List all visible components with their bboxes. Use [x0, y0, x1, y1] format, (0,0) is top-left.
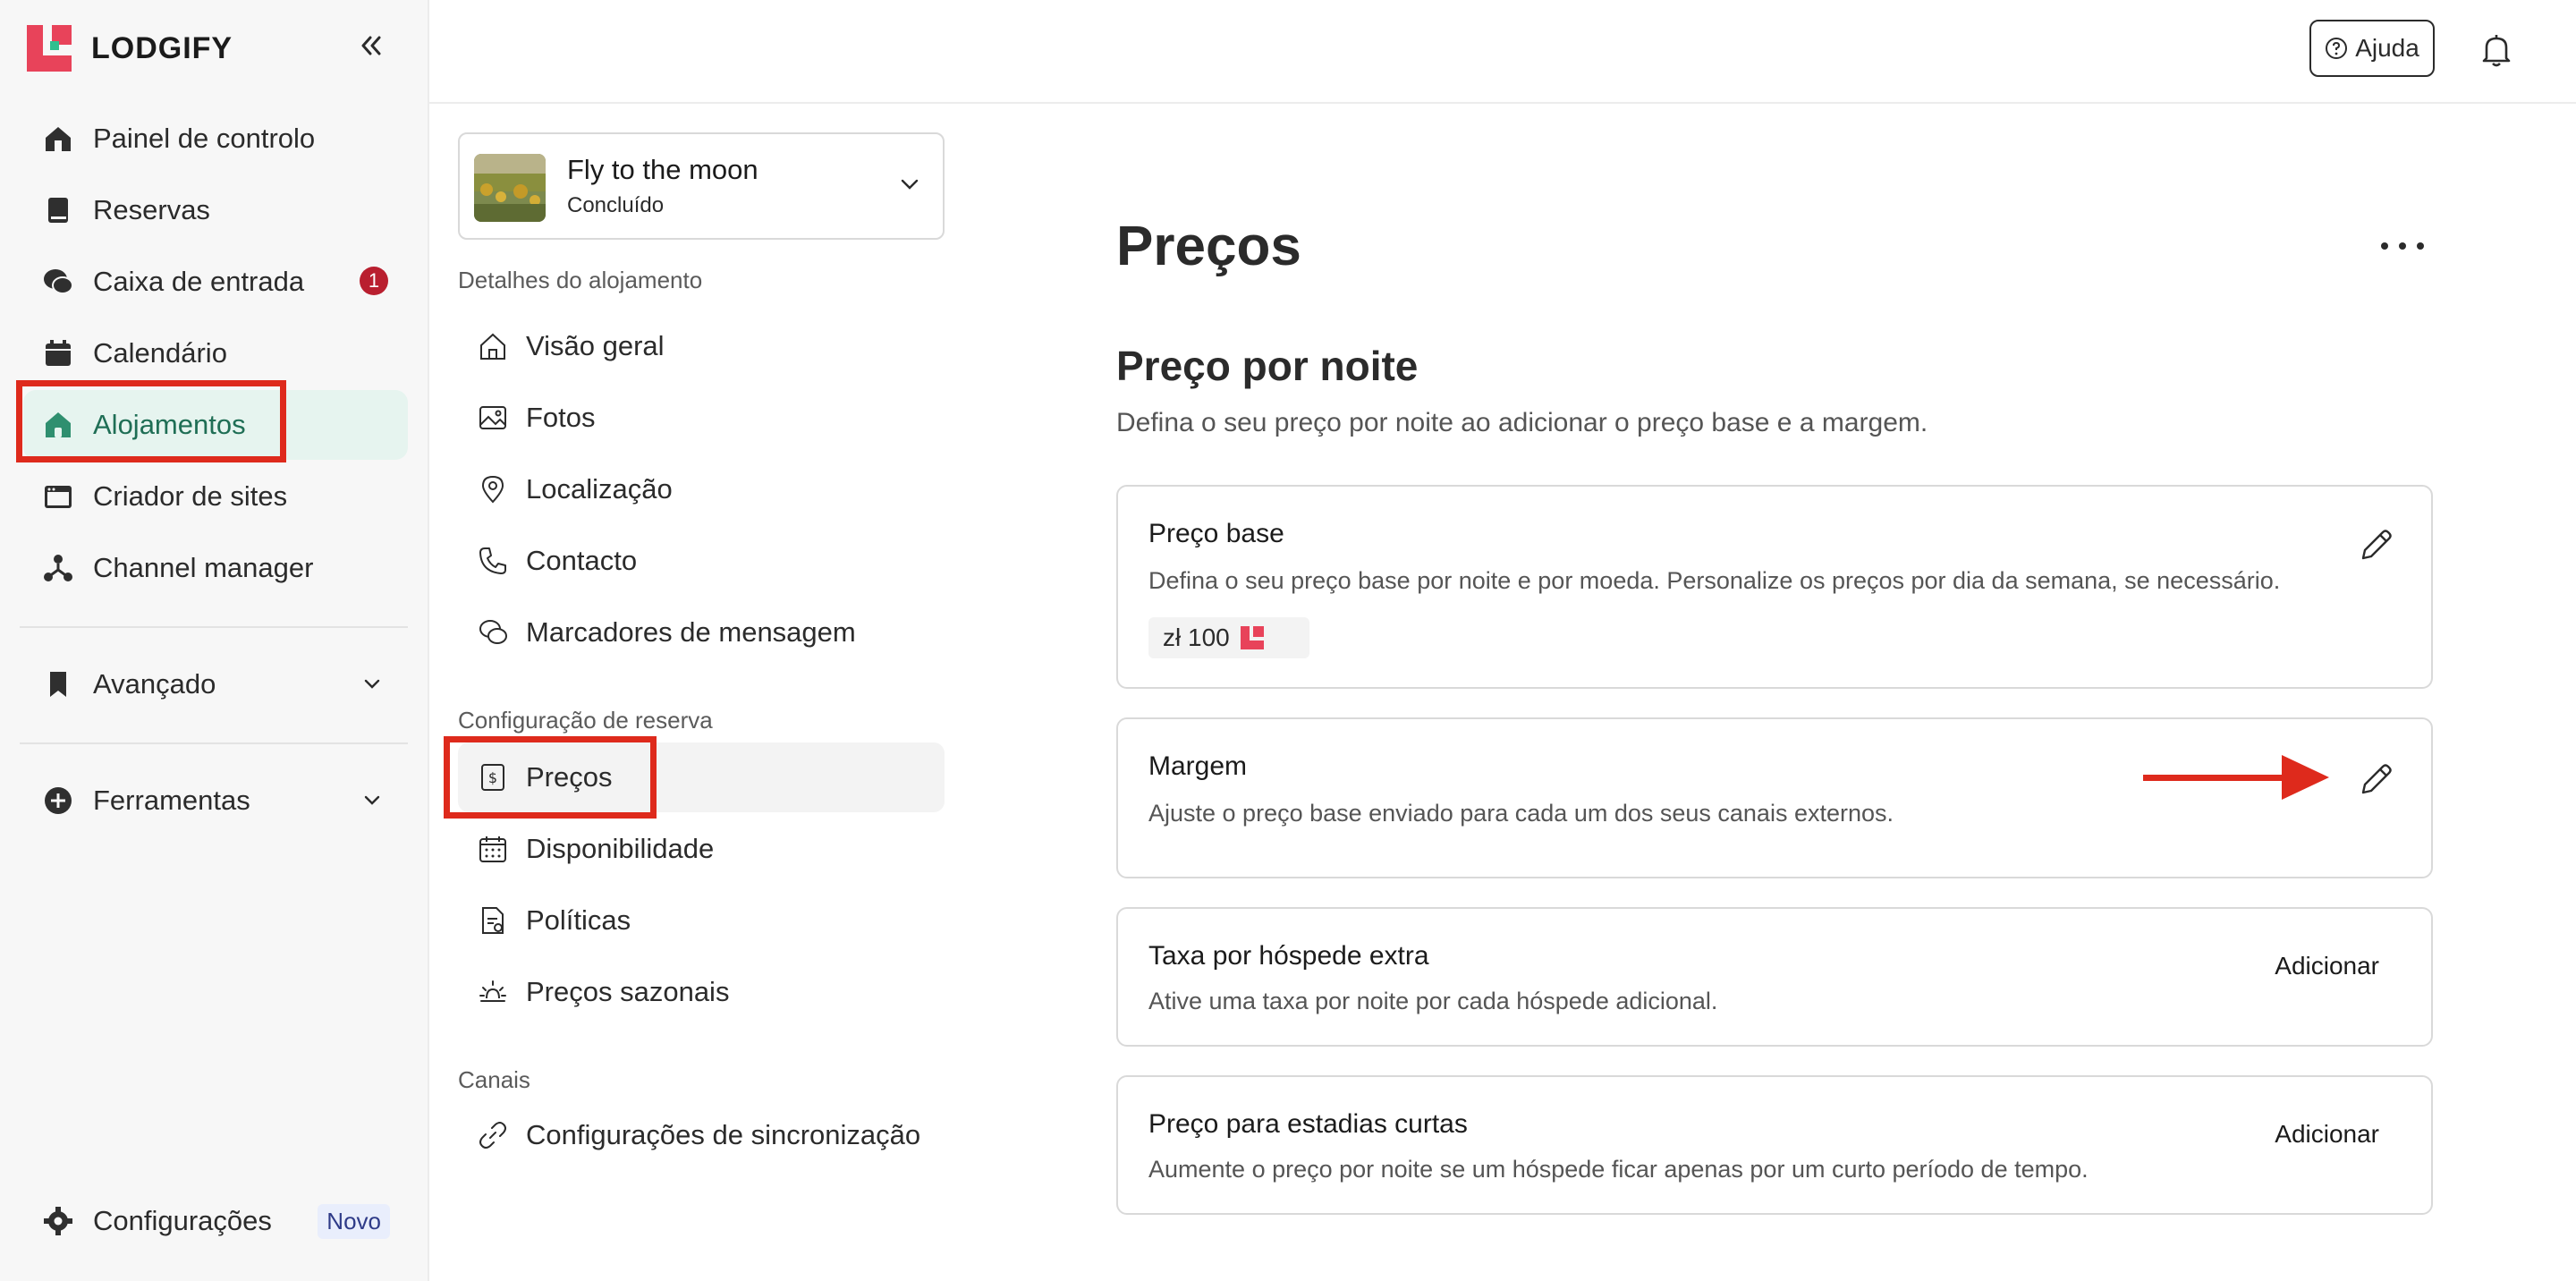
- chevron-down-icon: [363, 674, 381, 692]
- subnav-item-message-tags[interactable]: Marcadores de mensagem: [458, 598, 945, 667]
- subnav-item-contact[interactable]: Contacto: [458, 526, 945, 596]
- section-title: Detalhes do alojamento: [458, 267, 703, 293]
- lodgify-mark-icon: [1240, 626, 1264, 649]
- sidebar-item-website-builder[interactable]: Criador de sites: [23, 462, 408, 531]
- double-chevron-left-icon: [361, 36, 381, 55]
- sidebar-item-calendar[interactable]: Calendário: [23, 318, 408, 388]
- subnav-item-policies[interactable]: Políticas: [458, 886, 945, 955]
- image-icon: [476, 401, 510, 435]
- subnav-item-seasonal-prices[interactable]: Preços sazonais: [458, 957, 945, 1027]
- card-short-stay-price: Preço para estadias curtas Aumente o pre…: [1116, 1075, 2433, 1215]
- gear-icon: [41, 1204, 75, 1238]
- question-circle-icon: [2325, 37, 2348, 60]
- card-description: Aumente o preço por noite se um hóspede …: [1148, 1156, 2089, 1183]
- brand-name: LODGIFY: [91, 30, 233, 65]
- calendar-outline-icon: [476, 832, 510, 866]
- add-button[interactable]: Adicionar: [2275, 952, 2379, 980]
- highlight-frame: [444, 736, 657, 819]
- section-title: Configuração de reserva: [458, 707, 713, 734]
- sun-icon: [476, 975, 510, 1009]
- help-button[interactable]: Ajuda: [2309, 20, 2435, 77]
- bookmark-icon: [41, 667, 75, 701]
- card-title: Preço para estadias curtas: [1148, 1109, 1468, 1139]
- price-chip: zł 100: [1148, 617, 1309, 658]
- browser-icon: [41, 479, 75, 513]
- section-title: Canais: [458, 1066, 530, 1093]
- subnav-item-availability[interactable]: Disponibilidade: [458, 814, 945, 884]
- collapse-sidebar-button[interactable]: [356, 30, 386, 61]
- card-base-price: Preço base Defina o seu preço base por n…: [1116, 485, 2433, 689]
- listing-status: Concluído: [567, 193, 665, 217]
- notifications-bell-icon[interactable]: [2479, 32, 2513, 68]
- listing-selector[interactable]: Fly to the moon Concluído: [458, 132, 945, 240]
- highlight-frame: [16, 380, 286, 462]
- card-title: Taxa por hóspede extra: [1148, 941, 1429, 971]
- more-options-button[interactable]: [2381, 233, 2424, 259]
- new-badge: Novo: [318, 1204, 390, 1239]
- subnav-item-sync-settings[interactable]: Configurações de sincronização: [458, 1100, 945, 1170]
- listing-thumbnail: [474, 154, 546, 222]
- sidebar-item-reservations[interactable]: Reservas: [23, 175, 408, 245]
- arrow-right-icon: [2143, 753, 2331, 802]
- top-bar: [429, 0, 2576, 104]
- subnav-item-overview[interactable]: Visão geral: [458, 311, 945, 381]
- link-icon: [476, 1118, 510, 1152]
- lodgify-logo: [27, 25, 72, 72]
- sidebar-item-advanced[interactable]: Avançado: [23, 649, 408, 719]
- dot-icon: [2399, 242, 2406, 250]
- sidebar-divider: [20, 626, 408, 628]
- pencil-icon[interactable]: [2356, 526, 2395, 565]
- sidebar: LODGIFY Painel de controlo Reservas Caix…: [0, 0, 429, 1281]
- home-icon: [41, 122, 75, 156]
- sidebar-item-inbox[interactable]: Caixa de entrada 1: [23, 247, 408, 317]
- chat-icon: [41, 265, 75, 299]
- chevron-down-icon: [900, 175, 919, 193]
- network-icon: [41, 551, 75, 585]
- phone-icon: [476, 544, 510, 578]
- policy-document-icon: [476, 903, 510, 937]
- dot-icon: [2417, 242, 2424, 250]
- card-extra-guest-fee: Taxa por hóspede extra Ative uma taxa po…: [1116, 907, 2433, 1047]
- add-button[interactable]: Adicionar: [2275, 1120, 2379, 1149]
- card-title: Preço base: [1148, 519, 1284, 548]
- chat-outline-icon: [476, 615, 510, 649]
- home-outline-icon: [476, 329, 510, 363]
- price-value: zł 100: [1163, 624, 1230, 651]
- sidebar-divider: [20, 742, 408, 744]
- book-icon: [41, 193, 75, 227]
- card-description: Ajuste o preço base enviado para cada um…: [1148, 800, 1894, 827]
- card-title: Margem: [1148, 751, 1248, 781]
- section-description: Defina o seu preço por noite ao adiciona…: [1116, 408, 1928, 437]
- section-heading: Preço por noite: [1116, 343, 1419, 389]
- page-title: Preços: [1116, 216, 1301, 277]
- sidebar-item-tools[interactable]: Ferramentas: [23, 766, 408, 836]
- plus-circle-icon: [41, 784, 75, 818]
- pencil-icon[interactable]: [2356, 760, 2395, 800]
- sidebar-item-channel-manager[interactable]: Channel manager: [23, 533, 408, 603]
- listing-name: Fly to the moon: [567, 154, 758, 185]
- card-description: Ative uma taxa por noite por cada hósped…: [1148, 988, 1718, 1014]
- chevron-down-icon: [363, 791, 381, 809]
- brand[interactable]: LODGIFY: [27, 25, 233, 72]
- sidebar-item-dashboard[interactable]: Painel de controlo: [23, 104, 408, 174]
- subnav-item-location[interactable]: Localização: [458, 454, 945, 524]
- subnav-item-photos[interactable]: Fotos: [458, 383, 945, 453]
- dot-icon: [2381, 242, 2388, 250]
- sidebar-item-settings[interactable]: Configurações Novo: [23, 1186, 408, 1256]
- map-pin-icon: [476, 472, 510, 506]
- calendar-icon: [41, 336, 75, 370]
- card-description: Defina o seu preço base por noite e por …: [1148, 567, 2281, 594]
- help-label: Ajuda: [2355, 34, 2419, 62]
- unread-count-badge: 1: [360, 267, 388, 295]
